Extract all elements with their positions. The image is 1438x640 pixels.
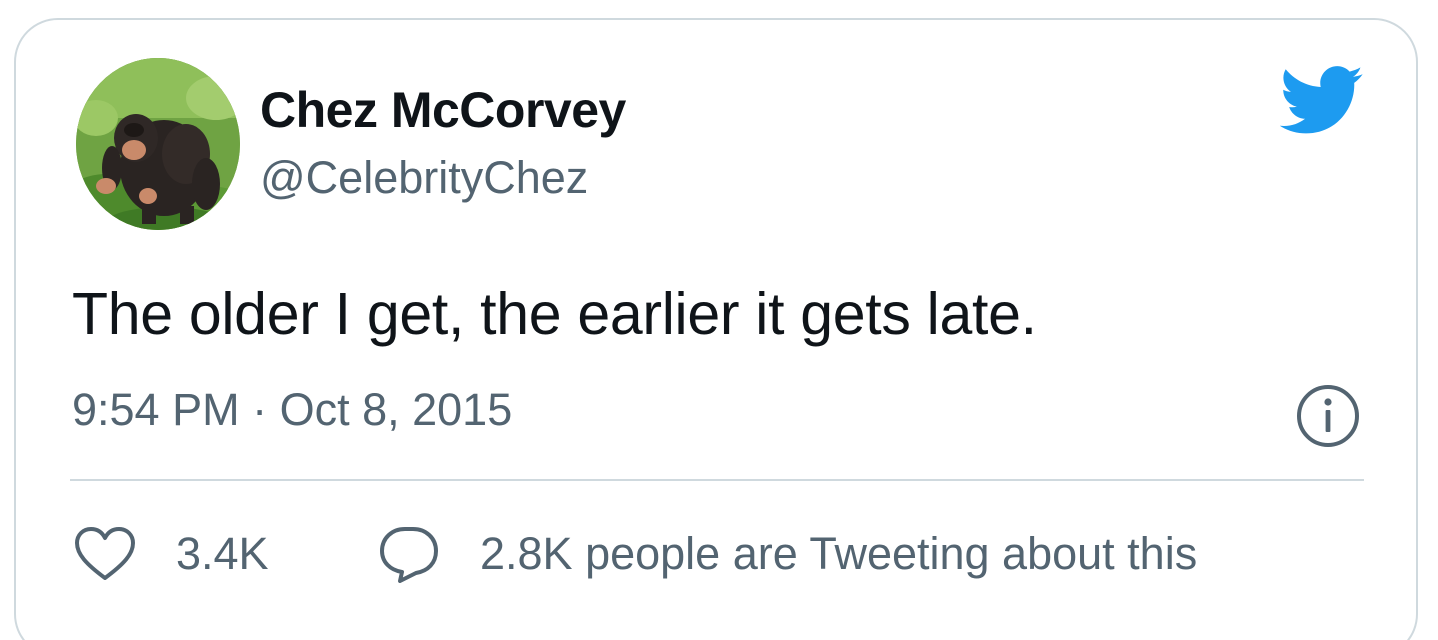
divider [70,479,1364,481]
chimpanzee-avatar-image [76,58,240,230]
tweet-text: The older I get, the earlier it gets lat… [72,281,1037,347]
like-button[interactable]: 3.4K [74,524,269,584]
tweeting-about-link[interactable]: 2.8K people are Tweeting about this [378,524,1197,584]
like-count: 3.4K [176,528,269,579]
info-icon[interactable] [1296,384,1360,448]
speech-bubble-icon [380,527,438,583]
twitter-bird-icon[interactable] [1280,66,1364,136]
author-display-name[interactable]: Chez McCorvey [260,80,626,140]
tweeting-about-text: 2.8K people are Tweeting about this [480,528,1198,579]
author-avatar[interactable] [76,58,240,230]
tweet-timestamp[interactable]: 9:54 PM · Oct 8, 2015 [72,380,512,440]
author-handle[interactable]: @CelebrityChez [260,148,588,208]
page: Chez McCorvey @CelebrityChez The older I… [0,0,1438,640]
heart-icon [75,527,135,580]
